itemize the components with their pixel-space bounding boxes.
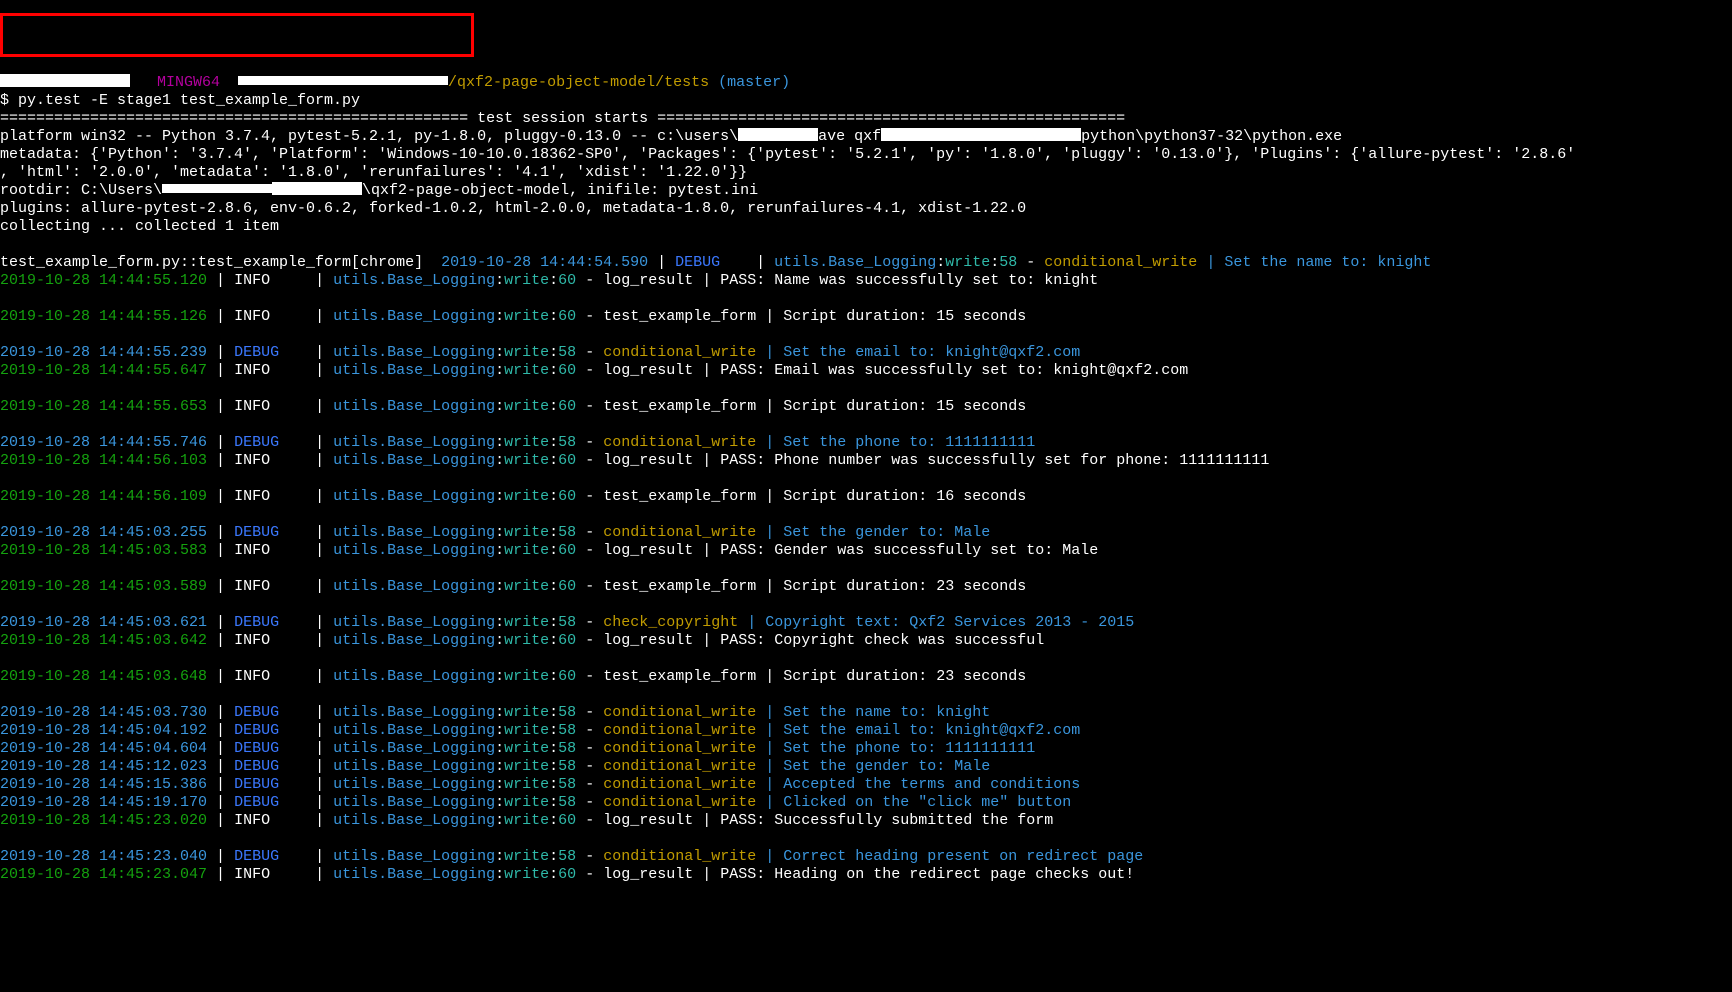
log-line: 2019-10-28 14:45:03.621 | DEBUG | utils.… [0,614,1732,632]
command-line: $ py.test -E stage1 test_example_form.py [0,92,1732,110]
terminal-output[interactable]: MINGW64 /qxf2-page-object-model/tests (m… [0,72,1732,884]
log-line: 2019-10-28 14:45:23.020 | INFO | utils.B… [0,812,1732,830]
log-line: 2019-10-28 14:44:55.120 | INFO | utils.B… [0,272,1732,290]
log-line: 2019-10-28 14:44:55.647 | INFO | utils.B… [0,362,1732,380]
log-line: 2019-10-28 14:44:56.109 | INFO | utils.B… [0,488,1732,506]
log-line: 2019-10-28 14:44:55.746 | DEBUG | utils.… [0,434,1732,452]
metadata-line-1: metadata: {'Python': '3.7.4', 'Platform'… [0,146,1732,164]
log-line: 2019-10-28 14:45:12.023 | DEBUG | utils.… [0,758,1732,776]
log-line: 2019-10-28 14:45:23.047 | INFO | utils.B… [0,866,1732,884]
platform-line: platform win32 -- Python 3.7.4, pytest-5… [0,128,1732,146]
log-line: 2019-10-28 14:45:03.648 | INFO | utils.B… [0,668,1732,686]
log-line: 2019-10-28 14:44:55.126 | INFO | utils.B… [0,308,1732,326]
log-line: 2019-10-28 14:45:03.589 | INFO | utils.B… [0,578,1732,596]
plugins-line: plugins: allure-pytest-2.8.6, env-0.6.2,… [0,200,1732,218]
log-line: 2019-10-28 14:45:04.192 | DEBUG | utils.… [0,722,1732,740]
prompt-line-1: MINGW64 /qxf2-page-object-model/tests (m… [0,74,1732,92]
collecting-line: collecting ... collected 1 item [0,218,1732,236]
log-line: 2019-10-28 14:45:03.642 | INFO | utils.B… [0,632,1732,650]
log-line: 2019-10-28 14:45:04.604 | DEBUG | utils.… [0,740,1732,758]
highlight-rectangle [0,13,474,57]
log-line: 2019-10-28 14:45:23.040 | DEBUG | utils.… [0,848,1732,866]
log-line: 2019-10-28 14:44:55.653 | INFO | utils.B… [0,398,1732,416]
log-line: 2019-10-28 14:45:15.386 | DEBUG | utils.… [0,776,1732,794]
session-header: ========================================… [0,110,1732,128]
log-line: 2019-10-28 14:45:03.255 | DEBUG | utils.… [0,524,1732,542]
log-line: test_example_form.py::test_example_form[… [0,254,1732,272]
log-line: 2019-10-28 14:45:03.583 | INFO | utils.B… [0,542,1732,560]
log-line: 2019-10-28 14:44:56.103 | INFO | utils.B… [0,452,1732,470]
metadata-line-2: , 'html': '2.0.0', 'metadata': '1.8.0', … [0,164,1732,182]
log-line: 2019-10-28 14:45:19.170 | DEBUG | utils.… [0,794,1732,812]
log-line: 2019-10-28 14:44:55.239 | DEBUG | utils.… [0,344,1732,362]
rootdir-line: rootdir: C:\Users\\qxf2-page-object-mode… [0,182,1732,200]
log-line: 2019-10-28 14:45:03.730 | DEBUG | utils.… [0,704,1732,722]
